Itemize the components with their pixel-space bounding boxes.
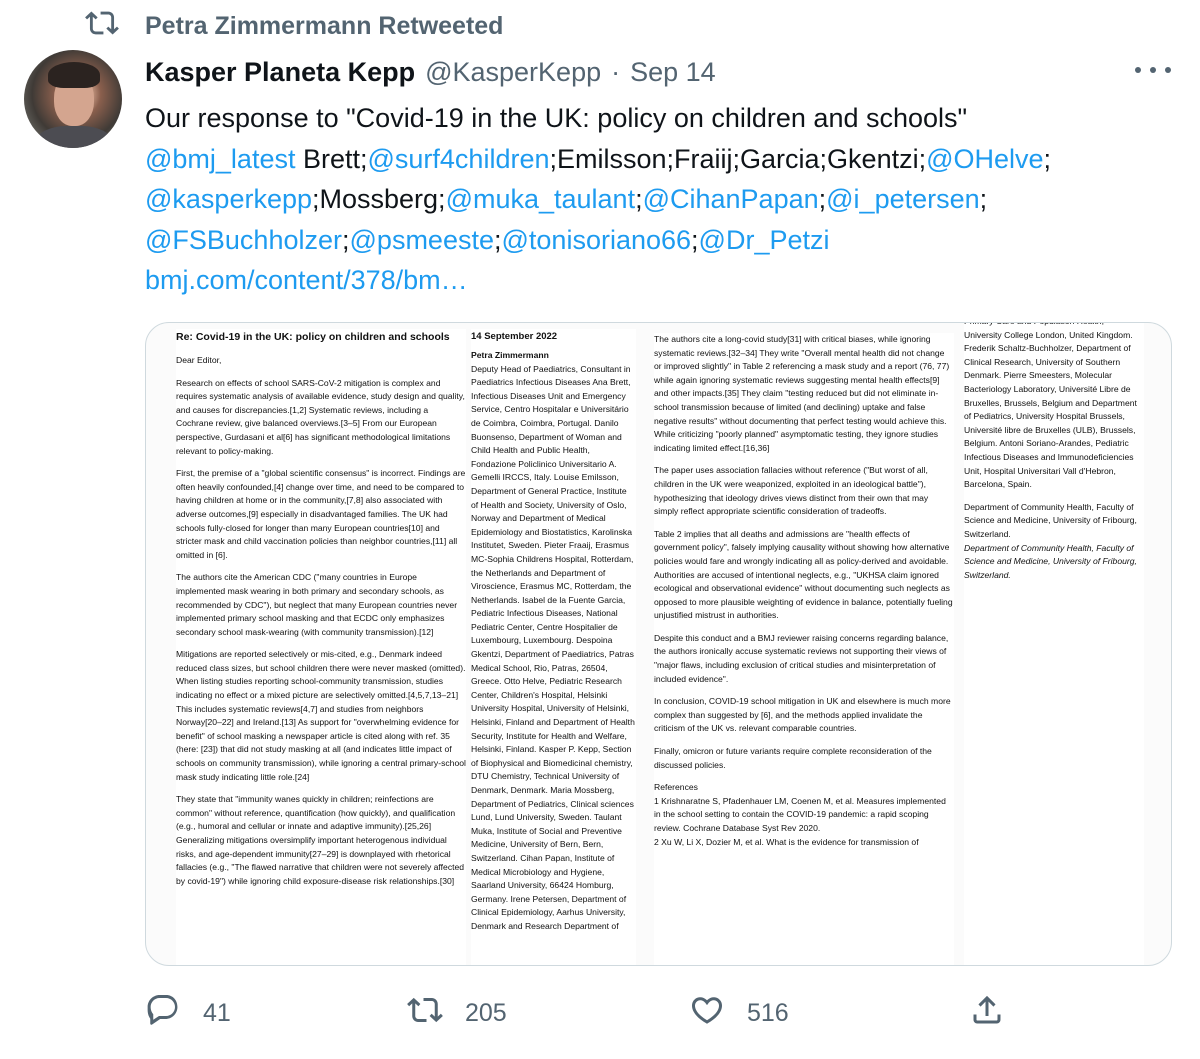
tweet-line: @kasperkepp;Mossberg;@muka_taulant;@Ciha… — [145, 179, 1185, 220]
mention-link[interactable]: @i_petersen — [826, 184, 980, 214]
tweet-text: Our response to "Covid-19 in the UK: pol… — [145, 98, 1185, 301]
document-paragraph: First, the premise of a "global scientif… — [176, 468, 466, 560]
document-paragraph: Department of Community Health, Faculty … — [964, 501, 1137, 539]
tweet-fragment: ; — [818, 184, 827, 214]
author-name[interactable]: Kasper Planeta Kepp — [145, 57, 415, 88]
mention-link[interactable]: @muka_taulant — [446, 184, 636, 214]
document-paragraph: Department of Community Health, Faculty … — [964, 542, 1137, 580]
author-handle[interactable]: @KasperKepp — [425, 57, 601, 88]
tweet-fragment: ; — [342, 224, 350, 255]
share-icon — [969, 992, 1005, 1035]
like-button[interactable]: 516 — [689, 988, 789, 1038]
document-paragraph: They state that "immunity wanes quickly … — [176, 794, 465, 886]
like-count: 516 — [747, 998, 789, 1027]
article-link[interactable]: bmj.com/content/378/bm… — [145, 260, 1185, 301]
retweet-icon — [407, 992, 443, 1035]
document-affiliations: Deputy Head of Paediatrics, Consultant i… — [471, 363, 635, 931]
mention-link[interactable]: @FSBuchholzer — [145, 225, 342, 255]
tweet-fragment: ; — [979, 184, 988, 214]
tweet-fragment: ; — [1043, 143, 1052, 174]
document-column: The authors cite a long-covid study[31] … — [654, 333, 954, 965]
tweet-line: @FSBuchholzer;@psmeeste;@tonisoriano66;@… — [145, 220, 1185, 261]
document-column: 14 September 2022 Petra Zimmermann Deput… — [471, 329, 636, 965]
document-paragraph: Table 2 implies that all deaths and admi… — [654, 528, 953, 621]
mention-link[interactable]: @surf4children — [368, 144, 550, 174]
tweet-line: @bmj_latest Brett;@surf4children;Emilsso… — [145, 139, 1185, 180]
tweet-fragment: ;Mossberg; — [312, 184, 446, 214]
retweet-context-text: Petra Zimmermann Retweeted — [145, 11, 504, 40]
document-paragraph: The authors cite the American CDC ("many… — [176, 572, 458, 637]
avatar[interactable] — [24, 50, 122, 148]
document-paragraph: Finally, omicron or future variants requ… — [654, 746, 932, 770]
reference-item: 2 Xu W, Li X, Dozier M, et al. What is t… — [654, 836, 919, 847]
document-title: Re: Covid-19 in the UK: policy on childr… — [176, 331, 450, 343]
retweet-count: 205 — [465, 998, 507, 1027]
tweet-header: Kasper Planeta Kepp @KasperKepp · Sep 14 — [145, 52, 716, 92]
document-paragraph: Research on effects of school SARS-CoV-2… — [176, 377, 465, 456]
mention-link[interactable]: @Dr_Petzi — [699, 225, 830, 255]
tweet-date[interactable]: Sep 14 — [630, 57, 716, 88]
document-paragraph: The paper uses association fallacies wit… — [654, 465, 929, 517]
mention-link[interactable]: @psmeeste — [350, 225, 494, 255]
document-salutation: Dear Editor, — [176, 355, 222, 365]
document-paragraph: Mitigations are reported selectively or … — [176, 649, 466, 782]
retweet-icon — [85, 6, 119, 47]
share-button[interactable] — [969, 988, 1005, 1038]
tweet-fragment: ; — [493, 224, 502, 255]
reply-button[interactable]: 41 — [145, 988, 231, 1038]
references-title: References — [654, 782, 698, 793]
mention-link[interactable]: @CihanPapan — [643, 184, 819, 214]
document-paragraph: In conclusion, COVID-19 school mitigatio… — [654, 696, 951, 734]
document-date: 14 September 2022 — [471, 331, 558, 342]
document-paragraph: The authors cite a long-covid study[31] … — [654, 334, 950, 453]
document-column: Primary Care and Population Health, Univ… — [964, 323, 1144, 965]
attached-image[interactable]: Re: Covid-19 in the UK: policy on childr… — [145, 322, 1172, 966]
reply-count: 41 — [203, 998, 231, 1027]
more-options-icon[interactable] — [1135, 56, 1171, 84]
tweet-fragment: ;Emilsson;Fraiij;Garcia;Gkentzi; — [549, 143, 927, 174]
document-author: Petra Zimmermann — [471, 350, 549, 360]
mention-link[interactable]: @kasperkepp — [145, 184, 312, 214]
tweet-fragment: Brett; — [295, 143, 368, 174]
tweet-fragment: ; — [691, 224, 699, 255]
document-paragraph: Despite this conduct and a BMJ reviewer … — [654, 632, 949, 684]
retweet-context[interactable]: Petra Zimmermann Retweeted — [85, 6, 503, 46]
mention-link[interactable]: @tonisoriano66 — [502, 225, 692, 255]
document-column: Re: Covid-19 in the UK: policy on childr… — [176, 329, 466, 965]
mention-link[interactable]: @bmj_latest — [145, 144, 295, 174]
document-paragraph: Primary Care and Population Health, Univ… — [964, 323, 1137, 490]
separator: · — [611, 56, 621, 87]
tweet-actions: 41 205 516 — [145, 988, 1045, 1038]
tweet-line: Our response to "Covid-19 in the UK: pol… — [145, 103, 968, 133]
heart-icon — [689, 992, 725, 1035]
tweet-fragment: ; — [635, 184, 643, 214]
reply-icon — [145, 992, 181, 1035]
mention-link[interactable]: @OHelve — [926, 144, 1043, 174]
reference-item: 1 Krishnaratne S, Pfadenhauer LM, Coenen… — [654, 795, 946, 833]
retweet-button[interactable]: 205 — [407, 988, 507, 1038]
